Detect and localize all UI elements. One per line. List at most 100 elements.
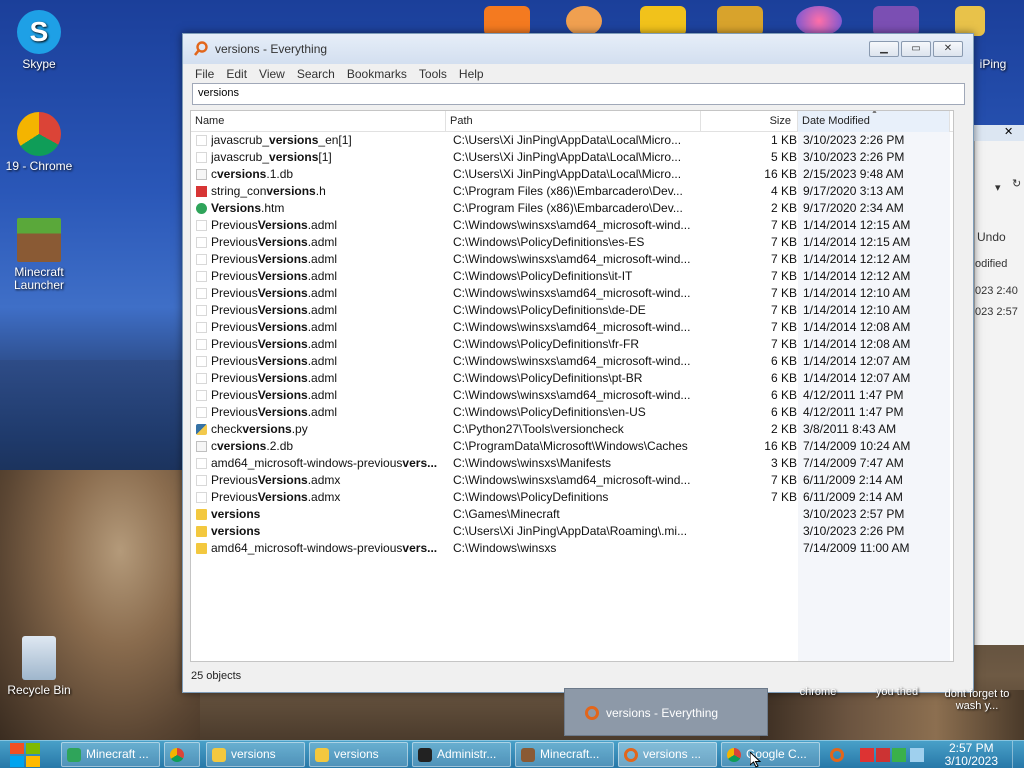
taskbar-item-label: Minecraft ... xyxy=(86,747,149,761)
minimize-button[interactable]: ▁ xyxy=(869,41,899,57)
app-icon-top-7[interactable] xyxy=(955,6,985,36)
name-match: Versions xyxy=(257,473,308,487)
table-row[interactable]: PreviousVersions.admx C:\Windows\winsxs\a… xyxy=(191,472,953,489)
network-icon[interactable] xyxy=(892,748,906,762)
desktop-icon-recycle-bin[interactable]: Recycle Bin xyxy=(4,636,74,697)
app-icon-top-4[interactable] xyxy=(717,6,763,36)
taskbar-item-administrator[interactable]: Administr... xyxy=(412,742,511,767)
cell-name: cversions.2.db xyxy=(211,439,446,453)
table-row[interactable]: javascrub_versions[1] C:\Users\Xi JinPing… xyxy=(191,149,953,166)
table-row[interactable]: amd64_microsoft-windows-previousvers... C… xyxy=(191,455,953,472)
name-prefix: amd64_microsoft-windows-previous xyxy=(211,541,403,555)
cell-date: 1/14/2014 12:15 AM xyxy=(803,235,911,249)
close-button[interactable]: ✕ xyxy=(933,41,963,57)
everything-search-icon xyxy=(585,706,599,720)
search-input[interactable]: versions xyxy=(192,83,965,105)
app-icon-top-5[interactable] xyxy=(796,6,842,36)
name-prefix: Previous xyxy=(211,337,258,351)
table-row[interactable]: PreviousVersions.adml C:\Windows\PolicyDe… xyxy=(191,370,953,387)
results-list[interactable]: Name Path Size Date Modified ▲ javascrub… xyxy=(190,110,954,662)
name-match: Versions xyxy=(257,354,308,368)
cell-size: 2 KB xyxy=(770,422,797,436)
menu-help[interactable]: Help xyxy=(453,67,490,81)
cell-date: 2/15/2023 9:48 AM xyxy=(803,167,904,181)
taskbar-item-minecraft[interactable]: Minecraft ... xyxy=(61,742,160,767)
table-row[interactable]: string_conversions.h C:\Program Files (x8… xyxy=(191,183,953,200)
taskbar-preview-popup[interactable]: versions - Everything xyxy=(564,688,768,736)
table-row[interactable]: PreviousVersions.adml C:\Windows\winsxs\a… xyxy=(191,353,953,370)
show-desktop-button[interactable] xyxy=(1012,741,1024,768)
undo-button[interactable]: Undo xyxy=(977,230,1006,244)
menu-tools[interactable]: Tools xyxy=(413,67,453,81)
desktop-label-partial: iPing xyxy=(979,57,1007,71)
column-header-size[interactable]: Size xyxy=(701,111,798,132)
table-row[interactable]: PreviousVersions.adml C:\Windows\PolicyDe… xyxy=(191,336,953,353)
volume-icon[interactable] xyxy=(910,748,924,762)
app-icon-top-6[interactable] xyxy=(873,6,919,36)
desktop-icon-label: Skype xyxy=(22,57,56,71)
file-icon xyxy=(196,271,207,282)
app-icon-top-1[interactable] xyxy=(484,6,530,36)
cell-date: 3/10/2023 2:26 PM xyxy=(803,133,905,147)
desktop-icon-skype[interactable]: S Skype xyxy=(4,10,74,71)
name-suffix: _en[1] xyxy=(318,133,352,147)
table-row[interactable]: PreviousVersions.adml C:\Windows\winsxs\a… xyxy=(191,217,953,234)
maximize-button[interactable]: ▭ xyxy=(901,41,931,57)
taskbar-item-google-chrome[interactable]: Google C... xyxy=(721,742,820,767)
table-row[interactable]: PreviousVersions.adml C:\Windows\PolicyDe… xyxy=(191,234,953,251)
taskbar-item-versions-folder-2[interactable]: versions xyxy=(309,742,408,767)
cell-name: string_conversions.h xyxy=(211,184,446,198)
table-row[interactable]: PreviousVersions.adml C:\Windows\winsxs\a… xyxy=(191,387,953,404)
cell-date: 7/14/2009 10:24 AM xyxy=(803,439,911,453)
everything-tray-icon[interactable] xyxy=(830,748,844,762)
table-row[interactable]: javascrub_versions_en[1] C:\Users\Xi JinP… xyxy=(191,132,953,149)
desktop-icon-chrome[interactable]: 19 - Chrome xyxy=(4,112,74,173)
app-icon-top-3[interactable] xyxy=(640,6,686,36)
column-header-path[interactable]: Path xyxy=(446,111,701,132)
background-window[interactable]: ▾ ↻ Undo odified 023 2:40 023 2:57 xyxy=(974,125,1024,645)
taskbar-item-chrome[interactable] xyxy=(164,742,200,767)
file-icon xyxy=(196,390,207,401)
table-row[interactable]: cversions.1.db C:\Users\Xi JinPing\AppDat… xyxy=(191,166,953,183)
table-row[interactable]: PreviousVersions.adml C:\Windows\winsxs\a… xyxy=(191,251,953,268)
taskbar-item-versions-folder-1[interactable]: versions xyxy=(206,742,305,767)
name-match: versions xyxy=(217,439,267,453)
table-row[interactable]: versions C:\Users\Xi JinPing\AppData\Roam… xyxy=(191,523,953,540)
table-row[interactable]: versions C:\Games\Minecraft 3/10/2023 2:57… xyxy=(191,506,953,523)
column-header-name[interactable]: Name xyxy=(191,111,446,132)
flag-icon[interactable] xyxy=(860,748,874,762)
window-titlebar[interactable]: versions - Everything ▁ ▭ ✕ xyxy=(183,34,973,64)
table-row[interactable]: PreviousVersions.adml C:\Windows\PolicyDe… xyxy=(191,268,953,285)
name-suffix: .1.db xyxy=(266,167,294,181)
desktop-icon-minecraft[interactable]: Minecraft Launcher xyxy=(4,218,74,292)
start-button[interactable] xyxy=(10,743,42,767)
file-icon xyxy=(196,203,207,214)
table-row[interactable]: PreviousVersions.adml C:\Windows\winsxs\a… xyxy=(191,319,953,336)
name-match: versions xyxy=(242,422,292,436)
taskbar-item-minecraft-2[interactable]: Minecraft... xyxy=(515,742,614,767)
taskbar-item-everything[interactable]: versions ... xyxy=(618,742,717,767)
table-row[interactable]: PreviousVersions.adml C:\Windows\PolicyDe… xyxy=(191,302,953,319)
menu-search[interactable]: Search xyxy=(291,67,341,81)
table-row[interactable]: PreviousVersions.admx C:\Windows\PolicyDe… xyxy=(191,489,953,506)
cell-date: 3/10/2023 2:26 PM xyxy=(803,150,905,164)
table-row[interactable]: amd64_microsoft-windows-previousvers... C… xyxy=(191,540,953,557)
table-row[interactable]: checkversions.py C:\Python27\Tools\versio… xyxy=(191,421,953,438)
name-match: vers... xyxy=(402,541,438,555)
close-icon[interactable]: ✕ xyxy=(1004,125,1013,138)
menu-bookmarks[interactable]: Bookmarks xyxy=(341,67,413,81)
everything-window[interactable]: versions - Everything ▁ ▭ ✕ File Edit Vi… xyxy=(182,33,974,693)
table-row[interactable]: PreviousVersions.adml C:\Windows\winsxs\a… xyxy=(191,285,953,302)
menu-file[interactable]: File xyxy=(189,67,220,81)
table-row[interactable]: PreviousVersions.adml C:\Windows\PolicyDe… xyxy=(191,404,953,421)
app-icon-top-2[interactable] xyxy=(566,6,602,36)
table-row[interactable]: Versions.htm C:\Program Files (x86)\Embar… xyxy=(191,200,953,217)
file-icon xyxy=(196,492,207,503)
security-icon[interactable] xyxy=(876,748,890,762)
clock[interactable]: 2:57 PM 3/10/2023 xyxy=(945,742,998,768)
menu-view[interactable]: View xyxy=(253,67,291,81)
menu-edit[interactable]: Edit xyxy=(220,67,253,81)
background-window-titlebar: ✕ xyxy=(974,125,1024,141)
table-row[interactable]: cversions.2.db C:\ProgramData\Microsoft\W… xyxy=(191,438,953,455)
folder-icon xyxy=(196,543,207,554)
